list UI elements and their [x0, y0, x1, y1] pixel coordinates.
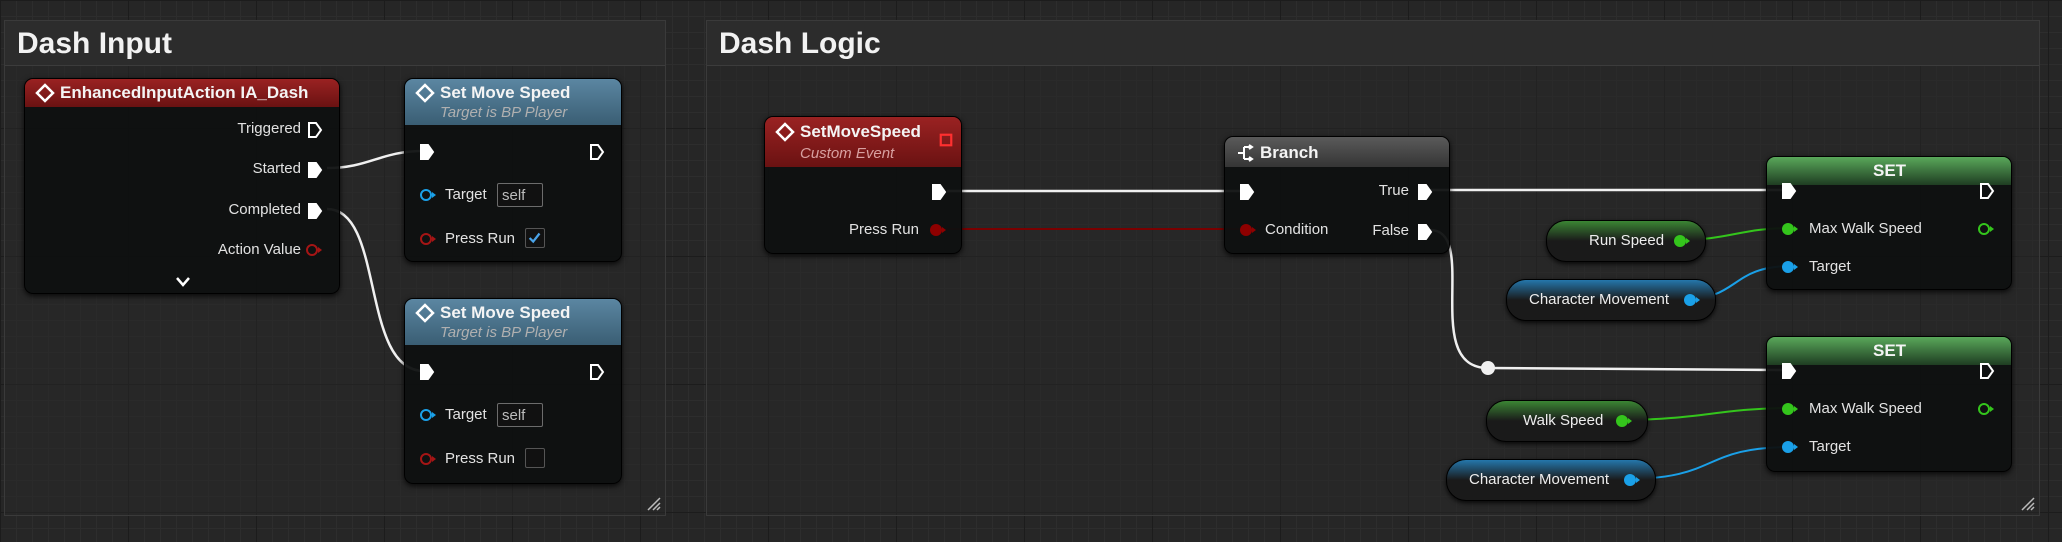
- function-icon: [415, 83, 435, 103]
- event-diamond-icon: [775, 122, 795, 142]
- node-title: SetMoveSpeed: [800, 122, 921, 141]
- pin-label-false: False: [1372, 222, 1409, 239]
- pin-label-target: Target: [1809, 438, 1851, 455]
- pin-label-target: Target: [445, 186, 487, 203]
- exec-out-pin-icon[interactable]: [1979, 362, 1995, 380]
- exec-in-pin-icon[interactable]: [1781, 182, 1797, 200]
- pin-label-target: Target: [1809, 258, 1851, 275]
- target-field[interactable]: self: [497, 403, 543, 427]
- function-icon: [415, 303, 435, 323]
- exec-in-pin-icon[interactable]: [1781, 362, 1797, 380]
- press-run-checkbox[interactable]: [525, 448, 545, 468]
- bool-pin-icon[interactable]: [929, 223, 947, 237]
- node-title: EnhancedInputAction IA_Dash: [60, 83, 309, 102]
- pin-label-press-run: Press Run: [445, 450, 516, 467]
- exec-out-pin-icon[interactable]: [1979, 182, 1995, 200]
- node-set-max-walk-speed-walk[interactable]: SET Max Walk Speed Target: [1766, 336, 2012, 472]
- float-pin-icon[interactable]: [1781, 402, 1799, 416]
- object-pin-icon[interactable]: [419, 188, 437, 202]
- node-title: Set Move Speed: [440, 83, 571, 102]
- exec-pin-icon[interactable]: [307, 202, 323, 220]
- exec-in-pin-icon[interactable]: [1239, 183, 1255, 201]
- variable-walk-speed[interactable]: Walk Speed: [1486, 400, 1648, 442]
- node-set-max-walk-speed-run[interactable]: SET Max Walk Speed Target: [1766, 156, 2012, 290]
- node-subtitle: Custom Event: [800, 145, 895, 162]
- object-pin-icon[interactable]: [1683, 293, 1701, 307]
- reroute-node: [1481, 361, 1495, 375]
- float-pin-icon[interactable]: [1781, 222, 1799, 236]
- node-set-move-speed-2[interactable]: Set Move Speed Target is BP Player Targe…: [404, 298, 622, 484]
- exec-pin-icon[interactable]: [307, 121, 323, 139]
- float-pin-icon[interactable]: [1615, 414, 1633, 428]
- exec-out-pin-icon[interactable]: [1417, 183, 1433, 201]
- pin-label-max-walk-speed: Max Walk Speed: [1809, 400, 1922, 417]
- node-custom-event-setmovespeed[interactable]: SetMoveSpeed Custom Event Press Run: [764, 116, 962, 254]
- chevron-down-icon[interactable]: [175, 276, 191, 288]
- event-diamond-icon: [35, 83, 55, 103]
- exec-out-pin-icon[interactable]: [931, 183, 947, 201]
- bool-pin-icon[interactable]: [419, 232, 437, 246]
- pin-label-completed: Completed: [228, 201, 301, 218]
- pin-label-press-run: Press Run: [848, 221, 919, 238]
- exec-in-pin-icon[interactable]: [419, 363, 435, 381]
- float-pin-icon[interactable]: [1673, 234, 1691, 248]
- bool-pin-icon[interactable]: [419, 452, 437, 466]
- object-pin-icon[interactable]: [1781, 260, 1799, 274]
- checkmark-icon: [528, 232, 541, 244]
- node-enhanced-input-action[interactable]: EnhancedInputAction IA_Dash Triggered St…: [24, 78, 340, 294]
- bool-pin-icon[interactable]: [305, 243, 323, 257]
- pin-label-max-walk-speed: Max Walk Speed: [1809, 220, 1922, 237]
- target-field[interactable]: self: [497, 183, 543, 207]
- node-title: Set Move Speed: [440, 303, 571, 322]
- exec-pin-icon[interactable]: [307, 161, 323, 179]
- pin-label-started: Started: [252, 160, 301, 177]
- exec-out-pin-icon[interactable]: [589, 363, 605, 381]
- node-subtitle: Target is BP Player: [440, 104, 568, 121]
- pin-label-target: Target: [445, 406, 487, 423]
- object-pin-icon[interactable]: [1623, 473, 1641, 487]
- pin-label-true: True: [1378, 182, 1409, 199]
- object-pin-icon[interactable]: [419, 408, 437, 422]
- exec-out-pin-icon[interactable]: [1417, 223, 1433, 241]
- variable-label: Run Speed: [1589, 232, 1665, 249]
- float-out-pin-icon[interactable]: [1977, 402, 1995, 416]
- exec-out-pin-icon[interactable]: [589, 143, 605, 161]
- node-set-move-speed-1[interactable]: Set Move Speed Target is BP Player Targe…: [404, 78, 622, 262]
- press-run-checkbox[interactable]: [525, 228, 545, 248]
- variable-character-movement-1[interactable]: Character Movement: [1506, 279, 1716, 321]
- float-out-pin-icon[interactable]: [1977, 222, 1995, 236]
- exec-in-pin-icon[interactable]: [419, 143, 435, 161]
- pin-label-condition: Condition: [1265, 221, 1329, 238]
- bool-pin-icon[interactable]: [1239, 223, 1257, 237]
- node-title: SET: [1873, 341, 1907, 360]
- pin-label-press-run: Press Run: [445, 230, 516, 247]
- variable-label: Character Movement: [1469, 471, 1610, 488]
- pin-label-action-value: Action Value: [217, 241, 301, 258]
- variable-label: Walk Speed: [1523, 412, 1604, 429]
- node-subtitle: Target is BP Player: [440, 324, 568, 341]
- pin-label-triggered: Triggered: [237, 120, 301, 137]
- branch-icon: [1238, 144, 1254, 162]
- variable-run-speed[interactable]: Run Speed: [1546, 220, 1706, 262]
- node-branch[interactable]: Branch True Condition False: [1224, 136, 1450, 254]
- variable-character-movement-2[interactable]: Character Movement: [1446, 459, 1656, 501]
- node-title: SET: [1873, 161, 1907, 180]
- delegate-pin-icon[interactable]: [939, 133, 953, 147]
- node-header[interactable]: [1225, 137, 1449, 167]
- node-title: Branch: [1260, 143, 1319, 162]
- object-pin-icon[interactable]: [1781, 440, 1799, 454]
- variable-label: Character Movement: [1529, 291, 1670, 308]
